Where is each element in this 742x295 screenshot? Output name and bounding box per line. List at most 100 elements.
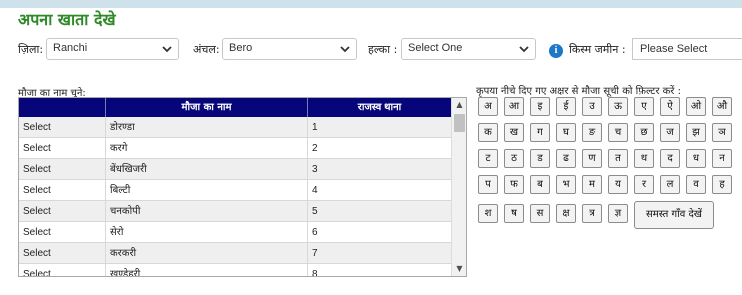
alphabet-filter-label: कृपया नीचे दिए गए अक्षर से मौजा सूची को … — [476, 86, 681, 97]
letter-key-button[interactable]: स — [530, 204, 550, 223]
kism-input[interactable]: Please Select — [632, 38, 742, 60]
scroll-thumb[interactable] — [454, 114, 465, 132]
letter-key-button[interactable]: आ — [504, 97, 524, 116]
letter-key-button[interactable]: ज्ञ — [608, 204, 628, 223]
halka-label: हल्का : — [368, 43, 398, 56]
row-revenue-thana: 8 — [312, 269, 318, 277]
district-select-value: Ranchi — [53, 42, 88, 54]
row-revenue-thana: 6 — [312, 227, 318, 238]
table-row[interactable]: Select बेंधखिजरी 3 — [19, 159, 451, 180]
table-row[interactable]: Select करगे 2 — [19, 138, 451, 159]
mauja-table: मौजा का नाम राजस्व थाना Select डोरण्डा 1 Se… — [18, 97, 467, 277]
halka-select-value: Select One — [408, 42, 463, 54]
letter-key-button[interactable]: प — [478, 175, 498, 194]
letter-key-button[interactable]: ङ — [582, 123, 602, 142]
row-revenue-thana: 1 — [312, 122, 318, 133]
letter-key-button[interactable]: ओ — [686, 97, 706, 116]
letter-key-button[interactable]: उ — [582, 97, 602, 116]
top-banner-strip — [0, 0, 742, 8]
row-revenue-thana: 2 — [312, 143, 318, 154]
circle-select[interactable]: Bero — [222, 38, 357, 60]
filter-bar: ज़िला: Ranchi अंचल: Bero हल्का : Select … — [0, 36, 742, 62]
letter-key-button[interactable]: फ — [504, 175, 524, 194]
letter-key-button[interactable]: थ — [634, 149, 654, 168]
letter-key-button[interactable]: ब — [530, 175, 550, 194]
chevron-down-icon — [519, 46, 529, 53]
letter-key-button[interactable]: ई — [556, 97, 576, 116]
row-select-link[interactable]: Select — [19, 180, 106, 200]
row-revenue-thana: 4 — [312, 185, 318, 196]
letter-key-button[interactable]: ए — [634, 97, 654, 116]
letter-key-button[interactable]: श — [478, 204, 498, 223]
row-select-link[interactable]: Select — [19, 159, 106, 179]
letter-key-button[interactable]: द — [660, 149, 680, 168]
row-mauja-name: करगे — [106, 138, 308, 158]
chevron-down-icon — [340, 46, 350, 53]
letter-key-button[interactable]: म — [582, 175, 602, 194]
page-title: अपना खाता देखे — [18, 10, 116, 29]
letter-key-button[interactable]: र — [634, 175, 654, 194]
table-row[interactable]: Select डोरण्डा 1 — [19, 117, 451, 138]
letter-key-button[interactable]: च — [608, 123, 628, 142]
row-mauja-name: करकरी — [106, 243, 308, 263]
scroll-up-icon[interactable]: ▲ — [452, 98, 466, 112]
letter-key-button[interactable]: ण — [582, 149, 602, 168]
letter-key-button[interactable]: घ — [556, 123, 576, 142]
letter-key-button[interactable]: औ — [712, 97, 732, 116]
letter-key-button[interactable]: इ — [530, 97, 550, 116]
letter-key-button[interactable]: ल — [660, 175, 680, 194]
letter-key-button[interactable]: ञ — [712, 123, 732, 142]
letter-key-button[interactable]: ह — [712, 175, 732, 194]
circle-label: अंचल: — [193, 43, 220, 56]
circle-select-value: Bero — [229, 42, 253, 54]
letter-key-button[interactable]: भ — [556, 175, 576, 194]
row-select-link[interactable]: Select — [19, 138, 106, 158]
scroll-down-icon[interactable]: ▼ — [452, 262, 466, 276]
letter-key-button[interactable]: ध — [686, 149, 706, 168]
letter-key-button[interactable]: य — [608, 175, 628, 194]
letter-key-button[interactable]: अ — [478, 97, 498, 116]
row-select-link[interactable]: Select — [19, 243, 106, 263]
table-row[interactable]: Select चनकोपी 5 — [19, 201, 451, 222]
table-row[interactable]: Select सेरो 6 — [19, 222, 451, 243]
letter-key-button[interactable]: ऐ — [660, 97, 680, 116]
row-revenue-thana: 7 — [312, 248, 318, 259]
row-mauja-name: बेंधखिजरी — [106, 159, 308, 179]
letter-key-button[interactable]: ग — [530, 123, 550, 142]
letter-key-button[interactable]: ख — [504, 123, 524, 142]
letter-key-button[interactable]: त — [608, 149, 628, 168]
col-header-revenue-thana: राजस्व थाना — [357, 102, 402, 113]
row-select-link[interactable]: Select — [19, 117, 106, 137]
letter-key-button[interactable]: क — [478, 123, 498, 142]
table-row[interactable]: Select करकरी 7 — [19, 243, 451, 264]
letter-key-button[interactable]: ट — [478, 149, 498, 168]
letter-key-button[interactable]: व — [686, 175, 706, 194]
col-header-action — [19, 98, 106, 117]
halka-select[interactable]: Select One — [401, 38, 536, 60]
row-revenue-thana: 5 — [312, 206, 318, 217]
table-header: मौजा का नाम राजस्व थाना — [19, 98, 451, 117]
chevron-down-icon — [162, 46, 172, 53]
view-all-villages-button[interactable]: समस्त गाँव देखें — [634, 201, 714, 229]
row-select-link[interactable]: Select — [19, 264, 106, 276]
letter-key-button[interactable]: ऊ — [608, 97, 628, 116]
letter-key-button[interactable]: ढ — [556, 149, 576, 168]
letter-key-button[interactable]: ष — [504, 204, 524, 223]
info-icon[interactable]: i — [549, 44, 563, 58]
row-select-link[interactable]: Select — [19, 222, 106, 242]
letter-key-button[interactable]: न — [712, 149, 732, 168]
letter-key-button[interactable]: ज — [660, 123, 680, 142]
letter-key-button[interactable]: ठ — [504, 149, 524, 168]
row-select-link[interactable]: Select — [19, 201, 106, 221]
letter-key-button[interactable]: क्ष — [556, 204, 576, 223]
letter-key-button[interactable]: छ — [634, 123, 654, 142]
letter-key-button[interactable]: ड — [530, 149, 550, 168]
table-row[interactable]: Select बिल्टी 4 — [19, 180, 451, 201]
table-row[interactable]: Select खण्डेहरी 8 — [19, 264, 451, 277]
table-body: Select डोरण्डा 1 Select करगे 2 Select बेंधखिजरी… — [19, 117, 451, 277]
district-select[interactable]: Ranchi — [46, 38, 179, 60]
letter-key-button[interactable]: झ — [686, 123, 706, 142]
row-mauja-name: बिल्टी — [106, 180, 308, 200]
letter-key-button[interactable]: त्र — [582, 204, 602, 223]
table-scrollbar[interactable]: ▲ ▼ — [451, 98, 466, 276]
